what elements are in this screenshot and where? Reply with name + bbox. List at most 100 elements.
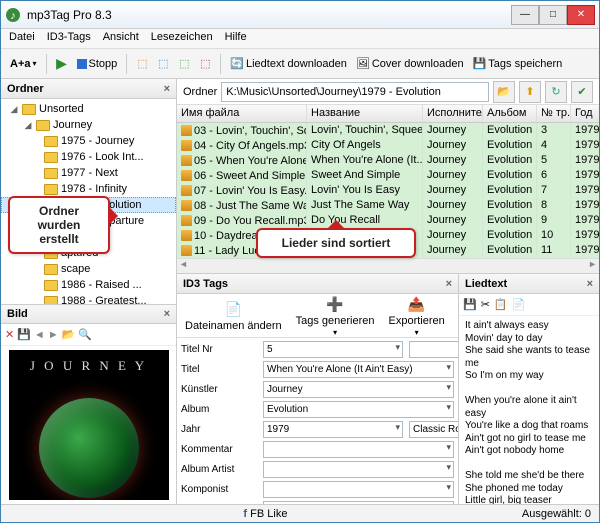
column-header[interactable]: Исполнитель bbox=[423, 105, 483, 122]
close-icon[interactable]: × bbox=[164, 308, 170, 320]
music-icon bbox=[181, 215, 192, 226]
menu-lesezeichen[interactable]: Lesezeichen bbox=[151, 31, 213, 46]
menu-datei[interactable]: Datei bbox=[9, 31, 35, 46]
save-icon[interactable]: 💾 bbox=[17, 328, 31, 341]
column-header[interactable]: Имя файла bbox=[177, 105, 307, 122]
lyrics-text[interactable]: It ain't always easy Movin' day to day S… bbox=[459, 316, 599, 504]
music-icon bbox=[181, 170, 192, 181]
composer-input[interactable] bbox=[263, 481, 454, 498]
window-title: mp3Tag Pro 8.3 bbox=[27, 8, 511, 22]
titlebar: ♪ mp3Tag Pro 8.3 — □ ✕ bbox=[1, 1, 599, 29]
play-button[interactable]: ▶ bbox=[53, 53, 71, 75]
column-header[interactable]: Альбом bbox=[483, 105, 537, 122]
table-row[interactable]: 03 - Lovin', Touchin', Squeezin'.mp3 Lov… bbox=[177, 123, 599, 138]
tree-item[interactable]: 1986 - Raised ... bbox=[1, 277, 176, 293]
album-art: J O U R N E Y bbox=[9, 350, 169, 500]
music-icon bbox=[181, 185, 192, 196]
albumartist-input[interactable] bbox=[263, 461, 454, 478]
artist-input[interactable] bbox=[263, 381, 454, 398]
table-row[interactable]: 07 - Lovin' You Is Easy.mp3 Lovin' You I… bbox=[177, 183, 599, 198]
table-row[interactable]: 05 - When You're Alone (It Ain't Eas... … bbox=[177, 153, 599, 168]
tree-item[interactable]: 1976 - Look Int... bbox=[1, 149, 176, 165]
horizontal-scrollbar[interactable] bbox=[177, 258, 599, 273]
check-button[interactable]: ✔ bbox=[571, 81, 593, 103]
rename-files-button[interactable]: 📄Dateinamen ändern bbox=[185, 299, 282, 332]
paste-icon[interactable]: 📄 bbox=[512, 298, 526, 311]
menu-ansicht[interactable]: Ansicht bbox=[103, 31, 139, 46]
close-button[interactable]: ✕ bbox=[567, 5, 595, 25]
id3-panel-header: ID3 Tags× bbox=[177, 274, 458, 294]
next-icon[interactable]: ► bbox=[48, 329, 59, 341]
year-input[interactable] bbox=[263, 421, 403, 438]
tool-btn-1[interactable]: ⬚ bbox=[133, 53, 151, 75]
menu-id3tags[interactable]: ID3-Tags bbox=[47, 31, 91, 46]
font-button[interactable]: A+a▾ bbox=[7, 53, 40, 75]
column-header[interactable]: № тр... bbox=[537, 105, 571, 122]
tree-item[interactable]: 1977 - Next bbox=[1, 165, 176, 181]
liedtext-download-button[interactable]: 🔄Liedtext downloaden bbox=[227, 53, 350, 75]
prev-icon[interactable]: ◄ bbox=[34, 329, 45, 341]
path-input[interactable] bbox=[221, 82, 489, 102]
minimize-button[interactable]: — bbox=[511, 5, 539, 25]
music-icon bbox=[181, 155, 192, 166]
maximize-button[interactable]: □ bbox=[539, 5, 567, 25]
cover-download-button[interactable]: 🖼Cover downloaden bbox=[353, 53, 467, 75]
close-icon[interactable]: × bbox=[446, 278, 452, 290]
id3-form: Titel Nr CD Nr BPM Titel Künstler Album … bbox=[177, 338, 458, 504]
music-icon bbox=[181, 245, 192, 256]
table-row[interactable]: 08 - Just The Same Way.mp3 Just The Same… bbox=[177, 198, 599, 213]
tags-save-button[interactable]: 💾Tags speichern bbox=[470, 53, 566, 75]
browse-button[interactable]: 📂 bbox=[493, 81, 515, 103]
generate-tags-button[interactable]: ➕Tags generieren▾ bbox=[296, 294, 375, 337]
path-label: Ordner bbox=[183, 86, 217, 98]
comment-input[interactable] bbox=[263, 441, 454, 458]
music-icon bbox=[181, 200, 192, 211]
column-header[interactable]: Год bbox=[571, 105, 599, 122]
genre-input[interactable] bbox=[409, 421, 458, 438]
close-icon[interactable]: × bbox=[164, 83, 170, 95]
close-icon[interactable]: × bbox=[587, 278, 593, 290]
tree-item[interactable]: 1988 - Greatest... bbox=[1, 293, 176, 304]
statusbar: f FB Like Ausgewählt: 0 bbox=[1, 504, 599, 522]
tree-item[interactable]: scape bbox=[1, 261, 176, 277]
zoom-icon[interactable]: 🔍 bbox=[78, 328, 92, 341]
export-button[interactable]: 📤Exportieren▾ bbox=[389, 294, 445, 337]
open-icon[interactable]: 📂 bbox=[62, 328, 76, 341]
track-input[interactable] bbox=[263, 341, 403, 358]
tool-btn-2[interactable]: ⬚ bbox=[154, 53, 172, 75]
stop-button[interactable]: Stopp bbox=[74, 53, 121, 75]
save-icon[interactable]: 💾 bbox=[463, 298, 477, 311]
cdnr-input[interactable] bbox=[409, 341, 458, 358]
tree-item[interactable]: ◢Journey bbox=[1, 117, 176, 133]
up-button[interactable]: ⬆ bbox=[519, 81, 541, 103]
lyrics-toolbar: 💾 ✂ 📋 📄 bbox=[459, 294, 599, 316]
table-row[interactable]: 04 - City Of Angels.mp3 City Of AngelsJo… bbox=[177, 138, 599, 153]
app-icon: ♪ bbox=[5, 7, 21, 23]
menubar: Datei ID3-Tags Ansicht Lesezeichen Hilfe bbox=[1, 29, 599, 49]
music-icon bbox=[181, 140, 192, 151]
main-toolbar: A+a▾ ▶ Stopp ⬚ ⬚ ⬚ ⬚ 🔄Liedtext downloade… bbox=[1, 49, 599, 79]
refresh-button[interactable]: ↻ bbox=[545, 81, 567, 103]
tree-item[interactable]: ◢Unsorted bbox=[1, 101, 176, 117]
menu-hilfe[interactable]: Hilfe bbox=[225, 31, 247, 46]
title-input[interactable] bbox=[263, 361, 454, 378]
bild-panel-header: Bild× bbox=[1, 304, 176, 324]
tree-item[interactable]: 1978 - Infinity bbox=[1, 181, 176, 197]
music-icon bbox=[181, 230, 192, 241]
copy-icon[interactable]: 📋 bbox=[494, 298, 508, 311]
album-input[interactable] bbox=[263, 401, 454, 418]
column-header[interactable]: Название bbox=[307, 105, 423, 122]
tool-btn-4[interactable]: ⬚ bbox=[196, 53, 214, 75]
callout-songs-sorted: Lieder sind sortiert bbox=[256, 228, 416, 258]
origartist-input[interactable] bbox=[263, 501, 454, 504]
tool-btn-3[interactable]: ⬚ bbox=[175, 53, 193, 75]
table-row[interactable]: 09 - Do You Recall.mp3 Do You RecallJour… bbox=[177, 213, 599, 228]
table-row[interactable]: 06 - Sweet And Simple.mp3 Sweet And Simp… bbox=[177, 168, 599, 183]
cut-icon[interactable]: ✂ bbox=[481, 298, 490, 311]
bild-toolbar: ✕ 💾 ◄ ► 📂 🔍 bbox=[1, 324, 176, 346]
music-icon bbox=[181, 125, 192, 136]
tree-item[interactable]: 1975 - Journey bbox=[1, 133, 176, 149]
svg-text:♪: ♪ bbox=[10, 10, 16, 22]
ordner-panel-header: Ordner× bbox=[1, 79, 176, 99]
delete-icon[interactable]: ✕ bbox=[5, 328, 14, 341]
